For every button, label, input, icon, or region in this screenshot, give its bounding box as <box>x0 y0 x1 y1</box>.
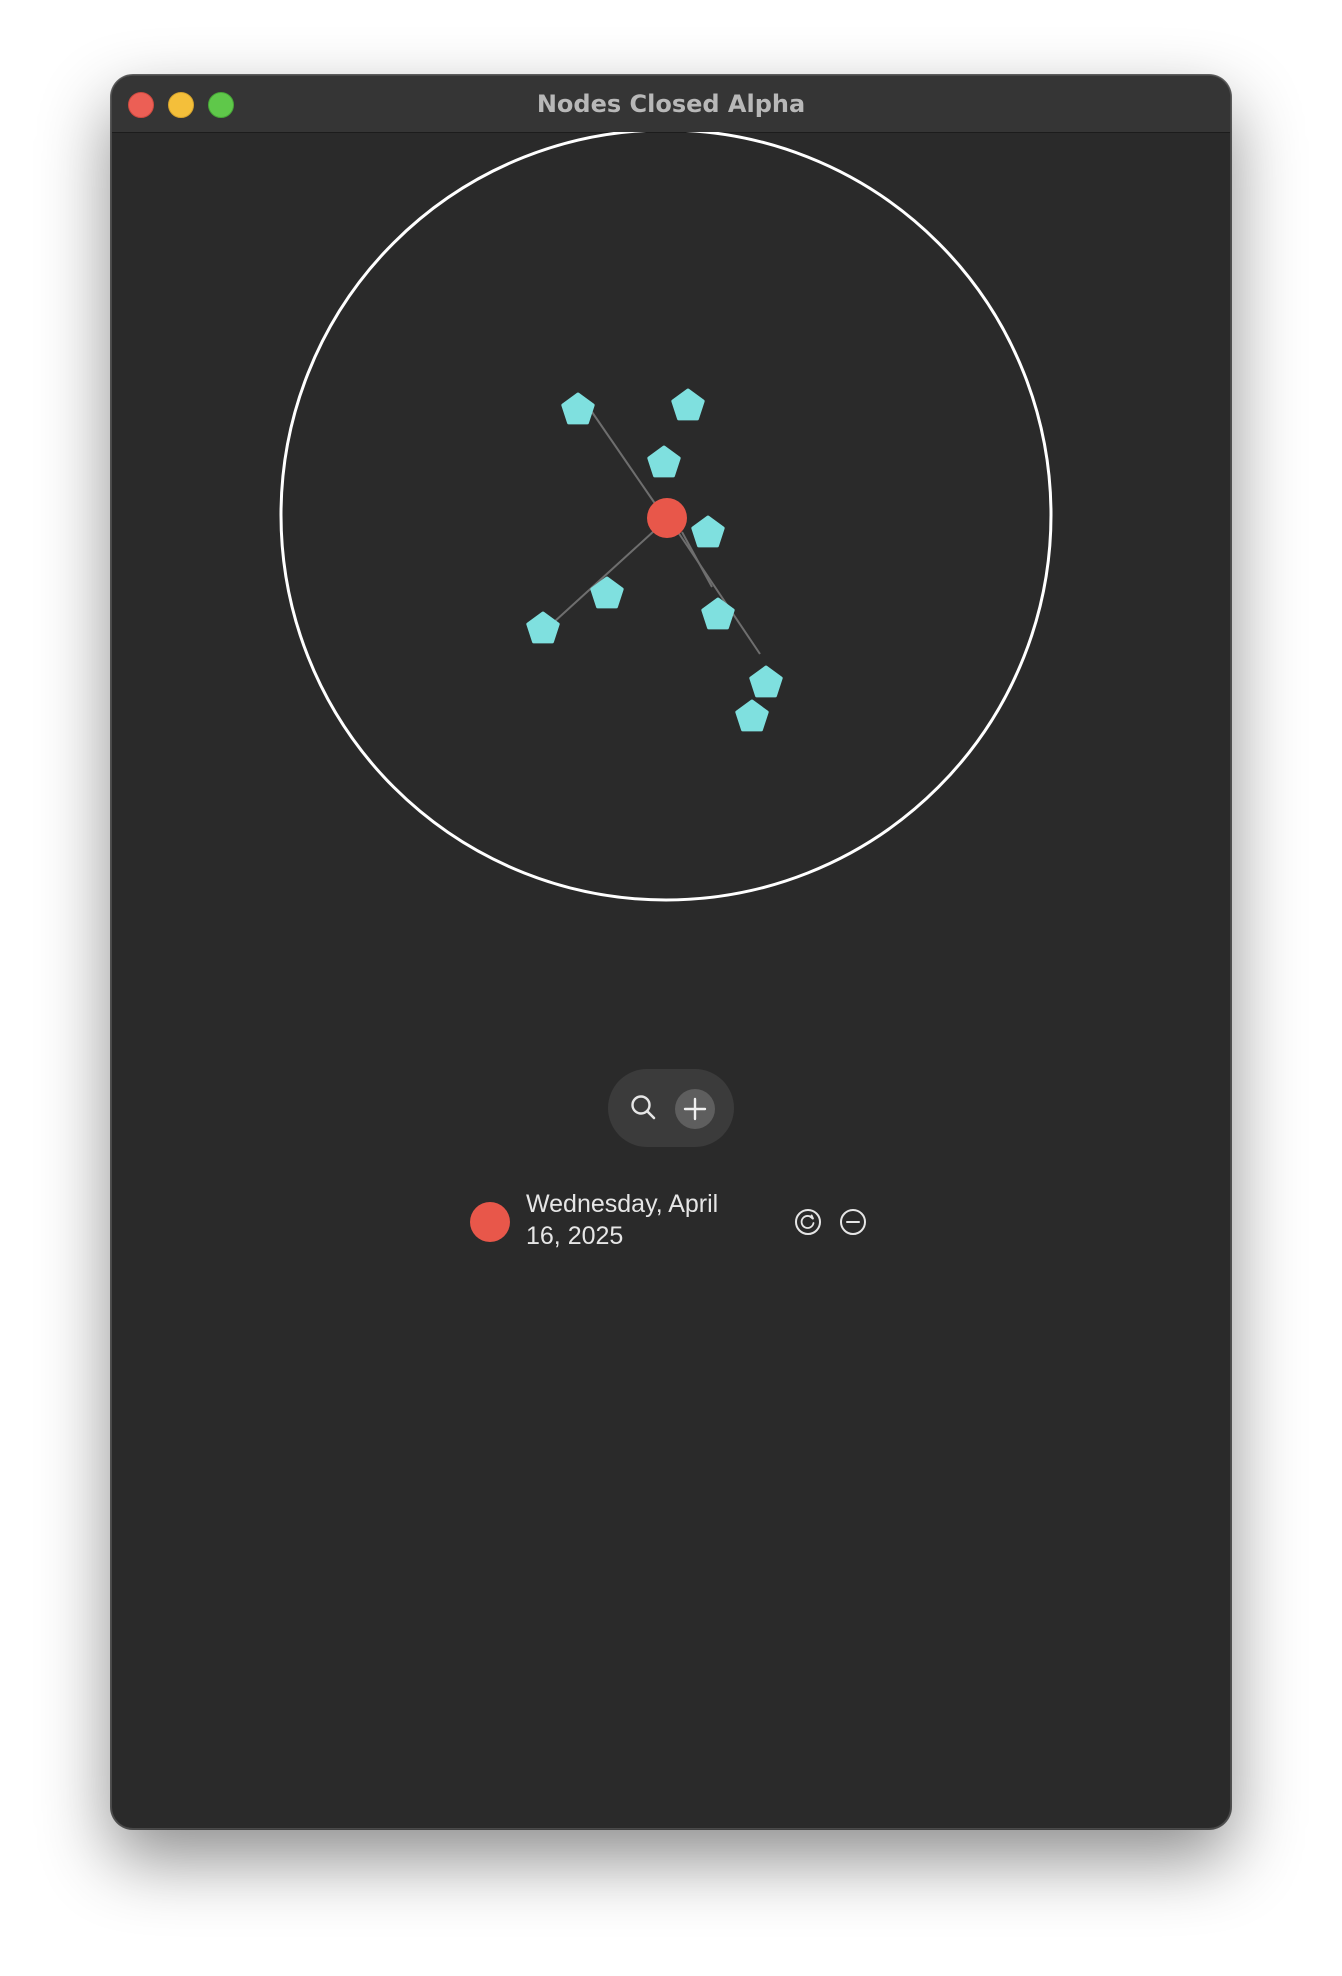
minus-circle-icon <box>840 1209 866 1235</box>
child-node[interactable] <box>526 611 560 644</box>
title-bar[interactable]: Nodes Closed Alpha <box>112 76 1230 133</box>
entry-date-label: Wednesday, April 16, 2025 <box>526 1190 719 1250</box>
app-window: Nodes Closed Alpha Wednesday, April 16, … <box>111 75 1231 1829</box>
list-item[interactable]: Wednesday, April 16, 2025 <box>470 1188 910 1258</box>
child-node[interactable] <box>561 392 595 425</box>
search-icon <box>631 1095 656 1120</box>
graph-toolbar <box>608 1069 734 1147</box>
add-node-button[interactable] <box>675 1089 715 1129</box>
remove-button[interactable] <box>839 1208 867 1236</box>
child-node[interactable] <box>691 515 725 548</box>
child-node[interactable] <box>647 445 681 478</box>
refresh-icon <box>795 1209 821 1235</box>
child-node[interactable] <box>701 597 735 630</box>
child-node[interactable] <box>671 388 705 421</box>
graph-edge <box>591 411 657 506</box>
plus-icon <box>683 1097 707 1121</box>
entry-color-dot <box>470 1202 510 1242</box>
child-node[interactable] <box>735 699 769 732</box>
center-node[interactable] <box>647 498 687 538</box>
graph-edge <box>677 531 761 655</box>
refresh-button[interactable] <box>794 1208 822 1236</box>
window-title: Nodes Closed Alpha <box>536 90 806 118</box>
child-node[interactable] <box>749 665 783 698</box>
search-button[interactable] <box>626 1090 662 1126</box>
node-graph[interactable] <box>112 132 1230 1032</box>
